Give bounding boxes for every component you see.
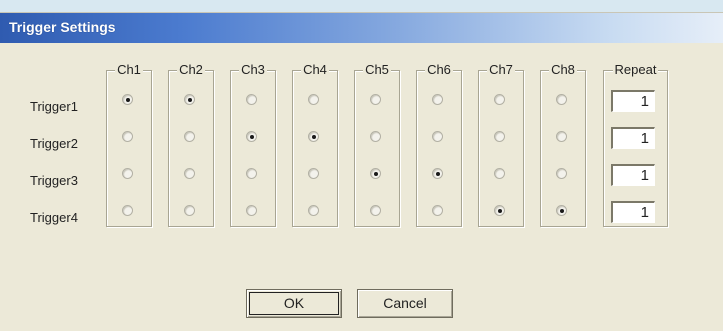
repeat-input[interactable]: [611, 90, 655, 112]
radio-selected-dot: [188, 98, 192, 102]
trigger3-ch4-radio[interactable]: [308, 168, 319, 179]
radio-selected-dot: [498, 209, 502, 213]
trigger3-ch5-radio[interactable]: [370, 168, 381, 179]
trigger1-ch7-radio[interactable]: [494, 94, 505, 105]
trigger1-ch4-radio[interactable]: [308, 94, 319, 105]
trigger1-ch5-radio[interactable]: [370, 94, 381, 105]
trigger-row-label: Trigger4: [30, 210, 78, 225]
trigger4-ch1-radio[interactable]: [122, 205, 133, 216]
trigger2-ch4-radio[interactable]: [308, 131, 319, 142]
trigger3-ch2-radio[interactable]: [184, 168, 195, 179]
channel-header: Ch7: [487, 62, 515, 77]
trigger1-ch1-radio[interactable]: [122, 94, 133, 105]
trigger4-ch4-radio[interactable]: [308, 205, 319, 216]
trigger1-ch3-radio[interactable]: [246, 94, 257, 105]
channel-header: Ch8: [549, 62, 577, 77]
channel-header: Ch3: [239, 62, 267, 77]
window-title: Trigger Settings: [9, 19, 116, 35]
repeat-input[interactable]: [611, 127, 655, 149]
ok-button[interactable]: OK: [246, 289, 342, 318]
trigger2-ch5-radio[interactable]: [370, 131, 381, 142]
radio-selected-dot: [374, 172, 378, 176]
channel-header: Ch2: [177, 62, 205, 77]
trigger4-ch5-radio[interactable]: [370, 205, 381, 216]
trigger2-ch7-radio[interactable]: [494, 131, 505, 142]
trigger4-ch8-radio[interactable]: [556, 205, 567, 216]
repeat-input[interactable]: [611, 164, 655, 186]
trigger4-ch6-radio[interactable]: [432, 205, 443, 216]
radio-selected-dot: [312, 135, 316, 139]
channel-header: Ch6: [425, 62, 453, 77]
trigger-row-label: Trigger2: [30, 136, 78, 151]
trigger2-ch3-radio[interactable]: [246, 131, 257, 142]
trigger-row-label: Trigger3: [30, 173, 78, 188]
trigger2-ch1-radio[interactable]: [122, 131, 133, 142]
trigger4-ch3-radio[interactable]: [246, 205, 257, 216]
title-bar: Trigger Settings: [0, 13, 723, 43]
repeat-header: Repeat: [612, 62, 659, 77]
channel-header: Ch1: [115, 62, 143, 77]
trigger2-ch6-radio[interactable]: [432, 131, 443, 142]
trigger4-ch7-radio[interactable]: [494, 205, 505, 216]
radio-selected-dot: [560, 209, 564, 213]
channel-header: Ch5: [363, 62, 391, 77]
trigger-row-label: Trigger1: [30, 99, 78, 114]
radio-selected-dot: [126, 98, 130, 102]
trigger3-ch6-radio[interactable]: [432, 168, 443, 179]
trigger-settings-dialog: Trigger Settings Repeat OK Cancel Trigge…: [0, 12, 723, 331]
repeat-input[interactable]: [611, 201, 655, 223]
trigger4-ch2-radio[interactable]: [184, 205, 195, 216]
trigger1-ch2-radio[interactable]: [184, 94, 195, 105]
trigger2-ch2-radio[interactable]: [184, 131, 195, 142]
radio-selected-dot: [250, 135, 254, 139]
trigger1-ch6-radio[interactable]: [432, 94, 443, 105]
trigger3-ch7-radio[interactable]: [494, 168, 505, 179]
trigger2-ch8-radio[interactable]: [556, 131, 567, 142]
trigger3-ch1-radio[interactable]: [122, 168, 133, 179]
channel-header: Ch4: [301, 62, 329, 77]
trigger1-ch8-radio[interactable]: [556, 94, 567, 105]
trigger3-ch8-radio[interactable]: [556, 168, 567, 179]
trigger3-ch3-radio[interactable]: [246, 168, 257, 179]
cancel-button[interactable]: Cancel: [357, 289, 453, 318]
radio-selected-dot: [436, 172, 440, 176]
